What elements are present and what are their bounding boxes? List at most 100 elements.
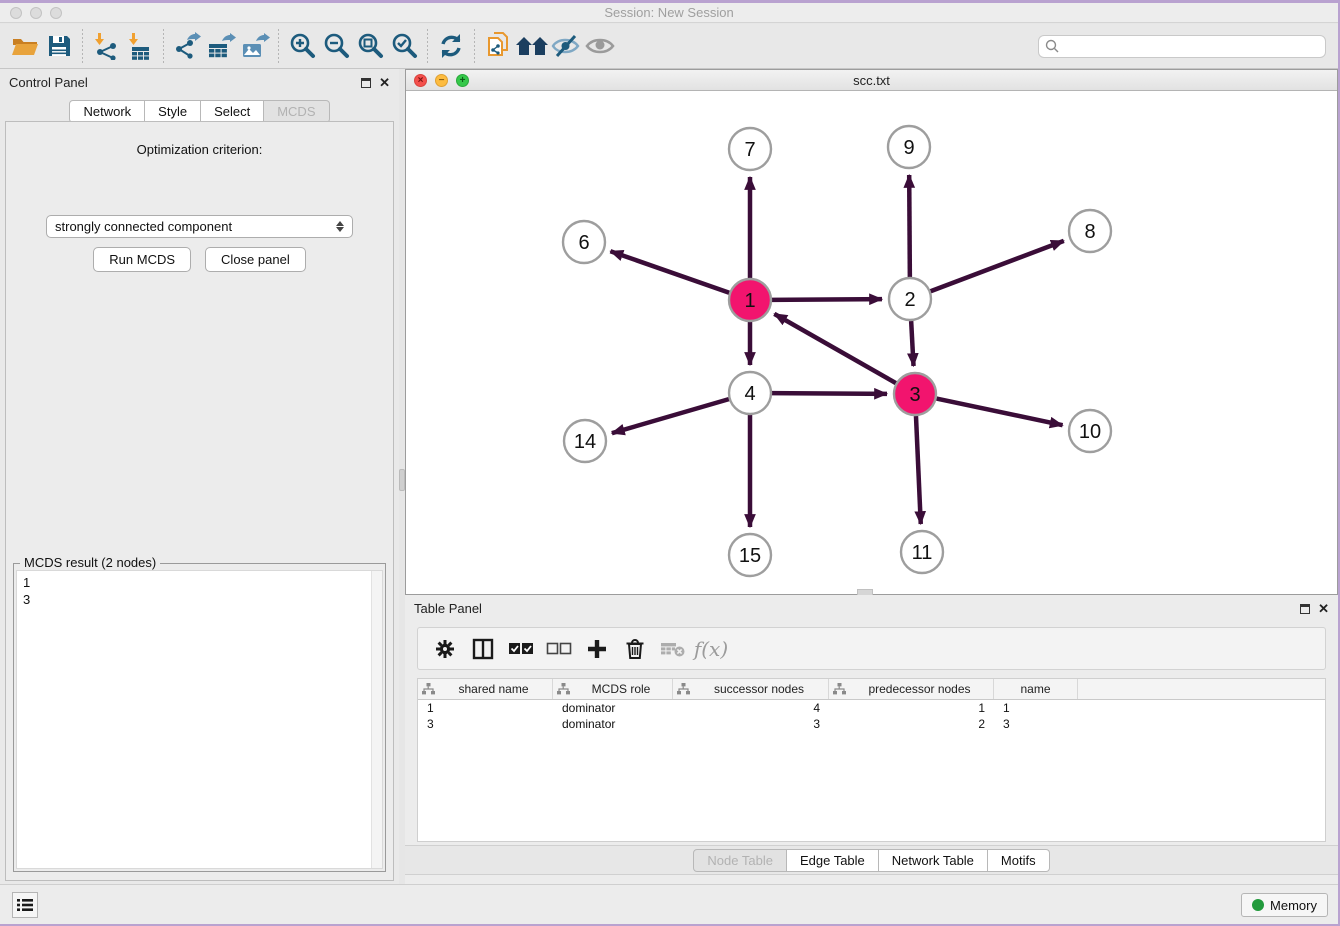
table-cell[interactable]: dominator: [553, 717, 673, 731]
tab-network[interactable]: Network: [69, 100, 145, 123]
mcds-result-group: MCDS result (2 nodes) 1 3: [13, 563, 386, 872]
column-header-shared-name[interactable]: shared name: [418, 679, 553, 699]
graph-edge-2-3[interactable]: [911, 321, 913, 366]
criterion-dropdown[interactable]: strongly connected component: [46, 215, 353, 238]
table-cell[interactable]: dominator: [553, 701, 673, 715]
graph-edge-2-8[interactable]: [931, 241, 1064, 291]
table-panel-float-icon[interactable]: [1300, 604, 1310, 614]
home-icon[interactable]: [515, 30, 549, 62]
graph-edge-4-14[interactable]: [612, 399, 729, 433]
table-body: 1dominator4113dominator323: [418, 700, 1325, 732]
graph-edge-3-1[interactable]: [774, 314, 896, 383]
add-column-icon[interactable]: [578, 631, 616, 667]
criterion-dropdown-value: strongly connected component: [55, 219, 232, 234]
search-input[interactable]: [1063, 39, 1319, 53]
zoom-out-icon[interactable]: [319, 30, 353, 62]
column-header-successor-nodes[interactable]: successor nodes: [673, 679, 829, 699]
tab-select[interactable]: Select: [201, 100, 264, 123]
graph-node-label: 11: [912, 542, 933, 564]
control-panel-close-icon[interactable]: ✕: [379, 78, 390, 88]
table-cell[interactable]: 3: [418, 717, 553, 731]
column-header-name[interactable]: name: [994, 679, 1078, 699]
tab-motifs[interactable]: Motifs: [988, 849, 1050, 872]
graph-edge-1-6[interactable]: [610, 251, 729, 293]
gear-icon[interactable]: [426, 631, 464, 667]
mcds-result-textarea[interactable]: 1 3: [16, 570, 383, 869]
export-table-icon[interactable]: [204, 30, 238, 62]
graph-node-label: 6: [578, 232, 589, 254]
graph-edge-1-2[interactable]: [772, 299, 882, 300]
table-cell[interactable]: 1: [994, 701, 1078, 715]
delete-table-icon[interactable]: [654, 631, 692, 667]
table-toolbar: f(x): [417, 627, 1326, 670]
network-graph[interactable]: 1234678910111415: [406, 91, 1339, 594]
run-mcds-button[interactable]: Run MCDS: [93, 247, 191, 272]
result-scrollbar[interactable]: [371, 571, 382, 868]
tab-style[interactable]: Style: [145, 100, 201, 123]
memory-button[interactable]: Memory: [1241, 893, 1328, 917]
search-box[interactable]: [1038, 35, 1326, 58]
column-header-MCDS-role[interactable]: MCDS role: [553, 679, 673, 699]
table-cell[interactable]: 4: [673, 701, 829, 715]
deselect-all-icon[interactable]: [540, 631, 578, 667]
delete-icon[interactable]: [616, 631, 654, 667]
mcds-result-title: MCDS result (2 nodes): [20, 555, 160, 570]
graph-edge-3-10[interactable]: [937, 399, 1063, 426]
toolbar-separator: [474, 29, 475, 63]
tab-network-table[interactable]: Network Table: [879, 849, 988, 872]
tab-mcds[interactable]: MCDS: [264, 100, 329, 123]
table-panel-title: Table Panel: [414, 601, 482, 616]
graph-node-label: 9: [903, 137, 914, 159]
tab-node-table[interactable]: Node Table: [693, 849, 787, 872]
split-pane-icon[interactable]: [464, 631, 502, 667]
window-titlebar[interactable]: Session: New Session: [0, 3, 1338, 23]
mcds-panel: Optimization criterion: strongly connect…: [5, 121, 394, 881]
graph-edge-4-3[interactable]: [772, 393, 887, 394]
table-panel-header: Table Panel ✕: [405, 595, 1338, 622]
preview-eye-icon[interactable]: [583, 30, 617, 62]
table-cell[interactable]: 1: [418, 701, 553, 715]
memory-status-dot: [1252, 899, 1264, 911]
export-image-icon[interactable]: [238, 30, 272, 62]
memory-label: Memory: [1270, 898, 1317, 913]
network-frame-title: scc.txt: [406, 73, 1337, 88]
table-tabstrip: Node TableEdge TableNetwork TableMotifs: [405, 845, 1338, 875]
save-session-icon[interactable]: [42, 30, 76, 62]
table-row[interactable]: 3dominator323: [418, 716, 1325, 732]
export-network-icon[interactable]: [170, 30, 204, 62]
duplicate-network-icon[interactable]: [481, 30, 515, 62]
node-table[interactable]: shared nameMCDS rolesuccessor nodesprede…: [417, 678, 1326, 842]
table-panel-close-icon[interactable]: ✕: [1318, 604, 1329, 614]
graph-edge-2-9[interactable]: [909, 175, 910, 277]
toggle-hide-icon[interactable]: [549, 30, 583, 62]
control-panel-header: Control Panel ✕: [0, 69, 399, 96]
open-session-icon[interactable]: [8, 30, 42, 62]
task-history-button[interactable]: [12, 892, 38, 918]
network-view-frame: × − + scc.txt 1234678910111415: [405, 69, 1338, 595]
column-header-predecessor-nodes[interactable]: predecessor nodes: [829, 679, 994, 699]
zoom-in-icon[interactable]: [285, 30, 319, 62]
tab-edge-table[interactable]: Edge Table: [787, 849, 879, 872]
zoom-fit-icon[interactable]: [353, 30, 387, 62]
control-panel-float-icon[interactable]: [361, 78, 371, 88]
chevron-up-down-icon: [336, 221, 344, 232]
graph-edge-3-11[interactable]: [916, 416, 921, 524]
zoom-selected-icon[interactable]: [387, 30, 421, 62]
table-cell[interactable]: 1: [829, 701, 994, 715]
network-canvas[interactable]: 1234678910111415: [406, 91, 1337, 594]
application-window: Session: New Session: [0, 0, 1340, 926]
table-row[interactable]: 1dominator411: [418, 700, 1325, 716]
close-panel-button[interactable]: Close panel: [205, 247, 306, 272]
table-cell[interactable]: 2: [829, 717, 994, 731]
import-table-icon[interactable]: [123, 30, 157, 62]
select-all-icon[interactable]: [502, 631, 540, 667]
table-cell[interactable]: 3: [673, 717, 829, 731]
table-panel: Table Panel ✕: [405, 595, 1338, 887]
refresh-icon[interactable]: [434, 30, 468, 62]
table-cell[interactable]: 3: [994, 717, 1078, 731]
import-network-icon[interactable]: [89, 30, 123, 62]
network-frame-titlebar[interactable]: × − + scc.txt: [406, 70, 1337, 91]
function-builder-icon[interactable]: f(x): [692, 631, 730, 667]
toolbar-separator: [82, 29, 83, 63]
control-panel-tabs: NetworkStyleSelectMCDS: [0, 100, 399, 123]
